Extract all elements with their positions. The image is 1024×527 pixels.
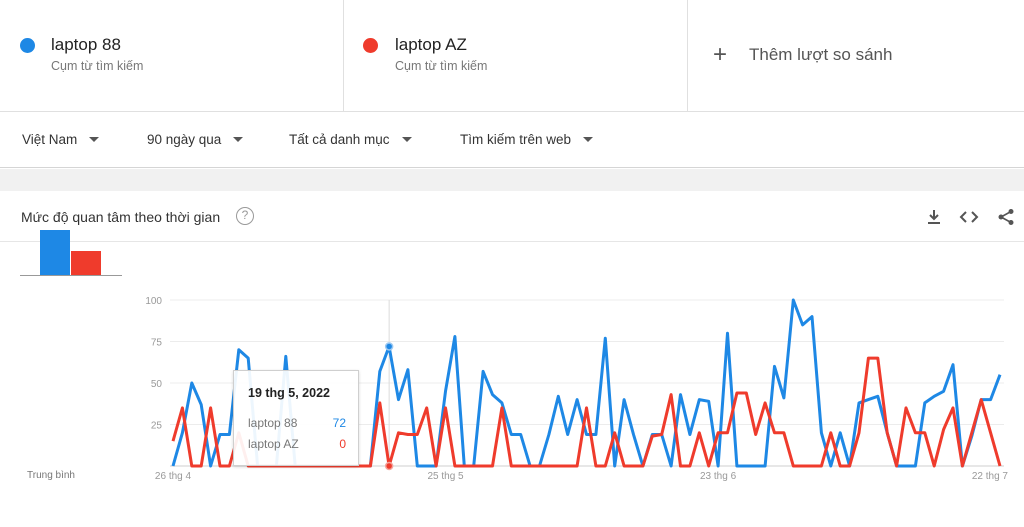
chevron-down-icon: [89, 137, 100, 142]
average-bar-laptop-88: [40, 230, 70, 275]
tooltip-row: laptop 88 72: [248, 416, 346, 430]
filter-bar: Việt Nam 90 ngày qua Tất cả danh mục Tìm…: [0, 112, 1024, 168]
tooltip-term: laptop 88: [248, 416, 298, 430]
add-comparison-button[interactable]: + Thêm lượt so sánh: [713, 41, 893, 68]
region-filter-label: Việt Nam: [22, 132, 78, 147]
term-card-1[interactable]: laptop 88 Cụm từ tìm kiếm: [0, 0, 344, 111]
term-type: Cụm từ tìm kiếm: [395, 59, 488, 73]
time-range-filter[interactable]: 90 ngày qua: [147, 132, 244, 147]
compare-terms-bar: laptop 88 Cụm từ tìm kiếm laptop AZ Cụm …: [0, 0, 1024, 112]
tooltip-date: 19 thg 5, 2022: [248, 386, 330, 400]
tooltip-value: 72: [332, 416, 346, 430]
chevron-down-icon: [583, 137, 594, 142]
category-filter[interactable]: Tất cả danh mục: [289, 132, 412, 147]
average-chart: [20, 224, 122, 276]
term-name[interactable]: laptop AZ: [395, 35, 467, 55]
tooltip-row: laptop AZ 0: [248, 437, 346, 451]
chevron-down-icon: [233, 137, 244, 142]
search-type-filter-label: Tìm kiếm trên web: [460, 132, 572, 147]
help-icon[interactable]: ?: [236, 207, 254, 225]
tooltip-term: laptop AZ: [248, 437, 299, 451]
term-card-2[interactable]: laptop AZ Cụm từ tìm kiếm: [344, 0, 688, 111]
category-filter-label: Tất cả danh mục: [289, 132, 390, 147]
interest-over-time-card: Mức độ quan tâm theo thời gian ?: [0, 191, 1024, 527]
add-comparison-label: Thêm lượt so sánh: [749, 45, 893, 64]
series-color-dot: [20, 38, 35, 53]
time-range-filter-label: 90 ngày qua: [147, 132, 222, 147]
search-type-filter[interactable]: Tìm kiếm trên web: [460, 132, 594, 147]
plus-icon: +: [713, 41, 728, 68]
card-title: Mức độ quan tâm theo thời gian: [21, 209, 221, 225]
embed-icon[interactable]: [959, 207, 979, 227]
add-comparison-card: + Thêm lượt so sánh: [688, 0, 1024, 111]
series-color-dot: [363, 38, 378, 53]
average-bar-laptop-az: [71, 251, 101, 275]
average-axis: [20, 275, 122, 276]
term-type: Cụm từ tìm kiếm: [51, 59, 144, 73]
tooltip-value: 0: [339, 437, 346, 451]
download-icon[interactable]: [924, 207, 944, 227]
term-name[interactable]: laptop 88: [51, 35, 121, 55]
chart-tooltip: 19 thg 5, 2022 laptop 88 72 laptop AZ 0: [233, 370, 359, 466]
chevron-down-icon: [401, 137, 412, 142]
average-label: Trung bình: [27, 470, 75, 481]
region-filter[interactable]: Việt Nam: [22, 132, 100, 147]
share-icon[interactable]: [996, 207, 1016, 227]
card-header: Mức độ quan tâm theo thời gian ?: [0, 191, 1024, 242]
section-separator: [0, 169, 1024, 191]
